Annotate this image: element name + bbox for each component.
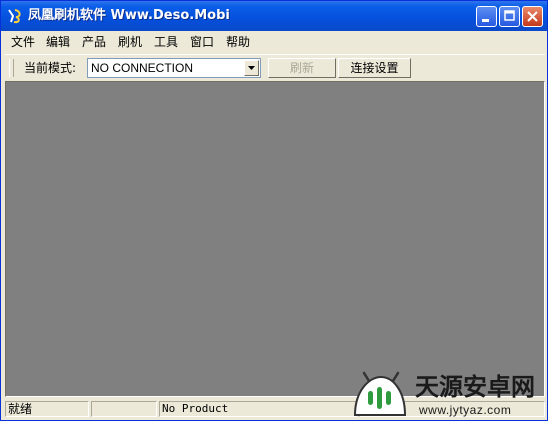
maximize-button[interactable] [499,6,520,27]
menu-window[interactable]: 窗口 [190,34,214,50]
refresh-button[interactable]: 刷新 [268,58,336,78]
window-title: 凤凰刷机软件 Www.Deso.Mobi [28,8,230,23]
status-ready: 就绪 [5,401,89,417]
menu-product[interactable]: 产品 [82,34,106,50]
chevron-down-icon [248,66,255,70]
mode-dropdown[interactable]: NO CONNECTION [87,58,261,78]
connect-settings-button[interactable]: 连接设置 [338,58,411,78]
menu-flash[interactable]: 刷机 [118,34,142,50]
menu-bar: 文件 编辑 产品 刷机 工具 窗口 帮助 [5,31,545,53]
status-panel-2 [91,401,157,417]
menu-help[interactable]: 帮助 [226,34,250,50]
status-product: No Product [159,401,357,417]
watermark-url: www.jytyaz.com [419,403,512,417]
status-ready-text: 就绪 [8,402,33,416]
mode-dropdown-value: NO CONNECTION [91,61,193,75]
status-panel-2-text [92,402,94,415]
minimize-button[interactable] [476,6,497,27]
main-workspace [5,81,545,397]
toolbar: 当前模式: NO CONNECTION 刷新 连接设置 [5,54,545,82]
close-icon [527,11,538,22]
status-product-text: No Product [162,402,229,415]
title-bar[interactable]: 凤凰刷机软件 Www.Deso.Mobi [1,1,547,31]
minimize-icon [482,19,489,22]
app-window: 凤凰刷机软件 Www.Deso.Mobi 文件 编辑 产品 刷机 工具 窗口 帮… [0,0,548,421]
menu-edit[interactable]: 编辑 [46,34,70,50]
watermark: 天源安卓网 www.jytyaz.com [349,369,545,420]
mode-label: 当前模式: [24,61,77,75]
mode-dropdown-button[interactable] [244,60,259,76]
app-logo-icon [8,9,21,24]
android-logo-icon [353,371,407,416]
maximize-icon [504,10,515,21]
menu-file[interactable]: 文件 [11,34,35,50]
close-button[interactable] [522,6,543,27]
toolbar-grip[interactable] [9,59,14,77]
menu-tools[interactable]: 工具 [154,34,178,50]
watermark-text: 天源安卓网 [415,373,535,401]
